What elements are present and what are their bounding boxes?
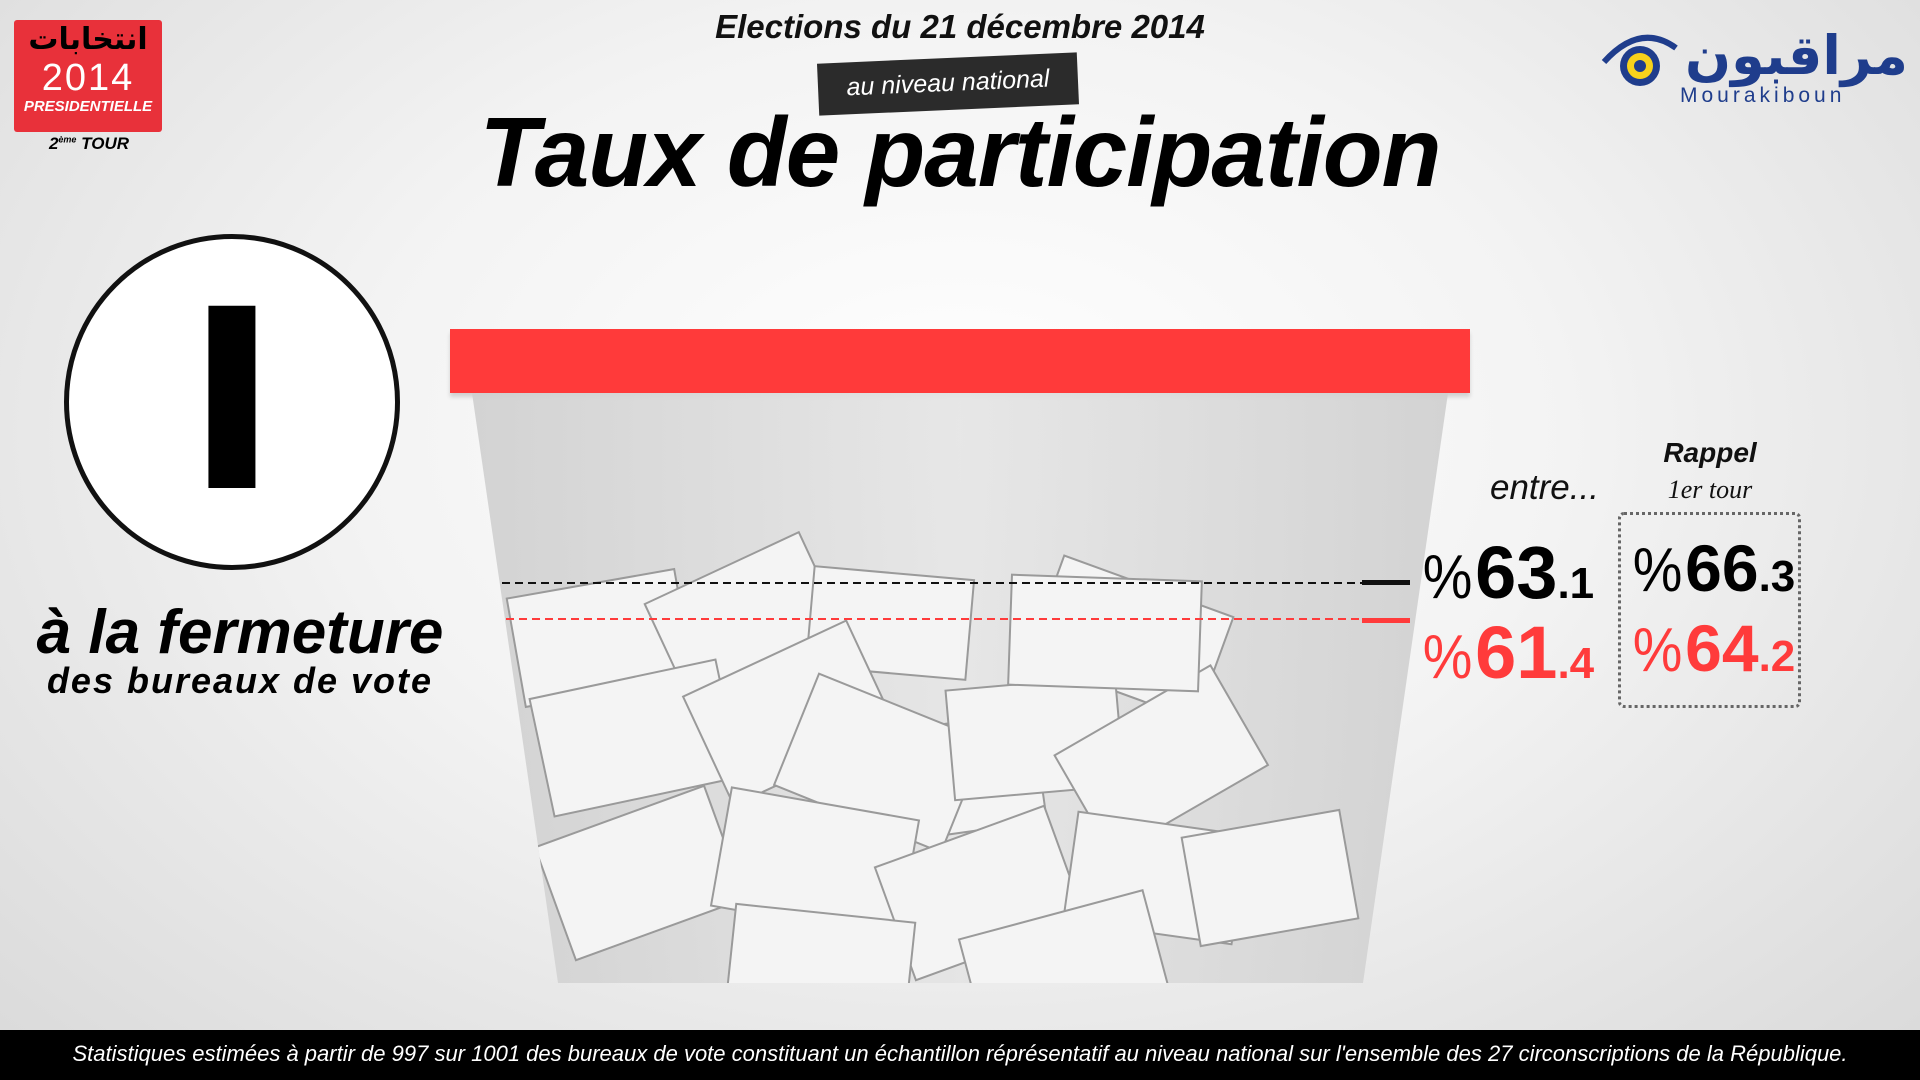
reminder-lower: %64.2 bbox=[1630, 610, 1796, 686]
upper-marker bbox=[1362, 580, 1410, 585]
reminder-subtitle: 1er tour bbox=[1667, 475, 1753, 504]
estimate-lower-dec: .4 bbox=[1557, 639, 1595, 688]
reminder-upper: %66.3 bbox=[1630, 530, 1796, 606]
phase-number: I bbox=[185, 256, 279, 547]
estimate-upper-int: 63 bbox=[1475, 531, 1558, 614]
estimate-lower: %61.4 bbox=[1420, 610, 1594, 695]
percent-sign: % bbox=[1422, 543, 1473, 612]
brand-arabic: مراقبون bbox=[1685, 24, 1908, 87]
estimate-lower-int: 61 bbox=[1475, 611, 1558, 694]
range-intro: entre... bbox=[1490, 468, 1599, 507]
reminder-upper-dec: .3 bbox=[1758, 552, 1796, 601]
reminder-upper-int: 66 bbox=[1685, 531, 1759, 605]
methodology-footer: Statistiques estimées à partir de 997 su… bbox=[0, 1030, 1920, 1080]
reminder-title: Rappel bbox=[1663, 437, 1757, 468]
lower-marker bbox=[1362, 618, 1410, 623]
ballot-box-lid bbox=[450, 329, 1470, 393]
ballot-box-illustration bbox=[472, 393, 1448, 983]
election-logo-year: 2014 bbox=[41, 57, 135, 99]
reminder-lower-int: 64 bbox=[1685, 611, 1759, 685]
estimate-upper: %63.1 bbox=[1420, 530, 1594, 615]
brand-logo: مراقبون Mourakiboun bbox=[1600, 24, 1908, 114]
phase-label-sub: des bureaux de vote bbox=[46, 660, 434, 701]
percent-sign: % bbox=[1422, 623, 1473, 692]
estimate-upper-dec: .1 bbox=[1557, 559, 1595, 608]
eye-icon bbox=[1601, 34, 1678, 86]
reminder-lower-dec: .2 bbox=[1758, 632, 1796, 681]
phase-label-main: à la fermeture bbox=[36, 598, 444, 667]
percent-sign: % bbox=[1632, 616, 1683, 685]
brand-latin: Mourakiboun bbox=[1680, 84, 1846, 107]
percent-sign: % bbox=[1632, 536, 1683, 605]
